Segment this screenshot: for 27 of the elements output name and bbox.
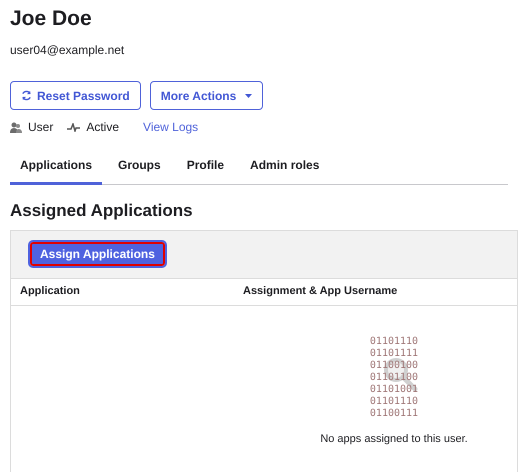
- caret-icon: [245, 94, 252, 98]
- binary-text: 01101111: [370, 348, 418, 360]
- user-email: user04@example.net: [10, 42, 126, 59]
- column-header: Assignment & App Username: [243, 284, 398, 300]
- more-actions-button[interactable]: More Actions: [150, 81, 264, 110]
- binary-text: 01101110: [370, 396, 418, 408]
- section-title: Assigned Applications: [10, 200, 194, 222]
- view-logs-link[interactable]: View Logs: [143, 118, 198, 136]
- assign-applications-button[interactable]: Assign Applications: [30, 242, 165, 266]
- tab[interactable]: Applications: [10, 150, 102, 185]
- tab[interactable]: Groups: [108, 150, 171, 185]
- binary-text: 01100100: [370, 360, 418, 372]
- column-header: Application: [19, 284, 81, 300]
- pulse-icon: [67, 122, 80, 132]
- user-type-label: User: [28, 119, 54, 136]
- users-icon: [10, 122, 22, 132]
- binary-text: 01100111: [370, 408, 418, 420]
- status-label: Active: [86, 119, 120, 136]
- empty-message: No apps assigned to this user.: [320, 432, 468, 446]
- tab[interactable]: Admin roles: [240, 150, 330, 185]
- user-name: Joe Doe: [10, 7, 93, 31]
- binary-text: 01101100: [370, 372, 418, 384]
- binary-text: 01101001: [370, 384, 418, 396]
- tab[interactable]: Profile: [176, 150, 234, 185]
- reset-password-button[interactable]: Reset Password: [10, 81, 141, 110]
- refresh-icon: [21, 90, 32, 101]
- binary-text: 01101110: [370, 336, 418, 348]
